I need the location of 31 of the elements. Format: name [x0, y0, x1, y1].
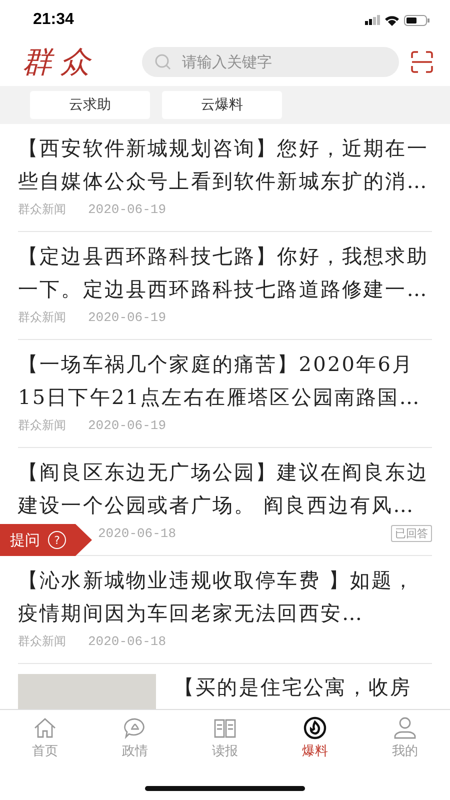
- signal-icon: [365, 15, 380, 25]
- article-date: 2020-06-18: [98, 526, 176, 540]
- article-source: 群众新闻: [18, 308, 66, 326]
- article-date: 2020-06-18: [88, 634, 166, 648]
- answered-badge: 已回答: [391, 524, 432, 542]
- app-logo: 群众: [22, 44, 99, 82]
- scan-icon[interactable]: [411, 51, 433, 73]
- article-title[interactable]: 【沁水新城物业违规收取停车费 】如题，疫情期间因为车回老家无法回西安…: [18, 564, 434, 630]
- article-date: 2020-06-19: [88, 310, 166, 324]
- nav-tab[interactable]: 爆料: [270, 710, 360, 764]
- article-source: 群众新闻: [18, 632, 66, 650]
- ask-button[interactable]: 提问 ?: [0, 524, 92, 556]
- search-field[interactable]: 请输入关键字: [142, 47, 399, 77]
- home-icon: [32, 716, 58, 740]
- person-icon: [392, 716, 418, 740]
- category-tab[interactable]: 云求助: [30, 91, 150, 119]
- article-date: 2020-06-19: [88, 202, 166, 216]
- article-title[interactable]: 【买的是住宅公寓，收房: [174, 674, 412, 709]
- status-time: 21:34: [33, 11, 74, 29]
- article-title[interactable]: 【阎良区东边无广场公园】建议在阎良东边建设一个公园或者广场。 阎良西边有风…: [18, 456, 434, 522]
- question-icon: ?: [48, 531, 66, 549]
- article-title[interactable]: 【一场车祸几个家庭的痛苦】2020年6月15日下午21点左右在雁塔区公园南路国…: [18, 348, 434, 414]
- wifi-icon: [385, 14, 399, 26]
- article-title[interactable]: 【定边县西环路科技七路】你好，我想求助一下。定边县西环路科技七路道路修建一…: [18, 240, 434, 306]
- category-tab[interactable]: 云爆料: [162, 91, 282, 119]
- article-source: 群众新闻: [18, 416, 66, 434]
- flame-icon: [302, 716, 328, 740]
- article-source: 群众新闻: [18, 200, 66, 218]
- article-title[interactable]: 【西安软件新城规划咨询】您好，近期在一些自媒体公众号上看到软件新城东扩的消…: [18, 132, 434, 198]
- battery-icon: [404, 14, 430, 26]
- article-date: 2020-06-19: [88, 418, 166, 432]
